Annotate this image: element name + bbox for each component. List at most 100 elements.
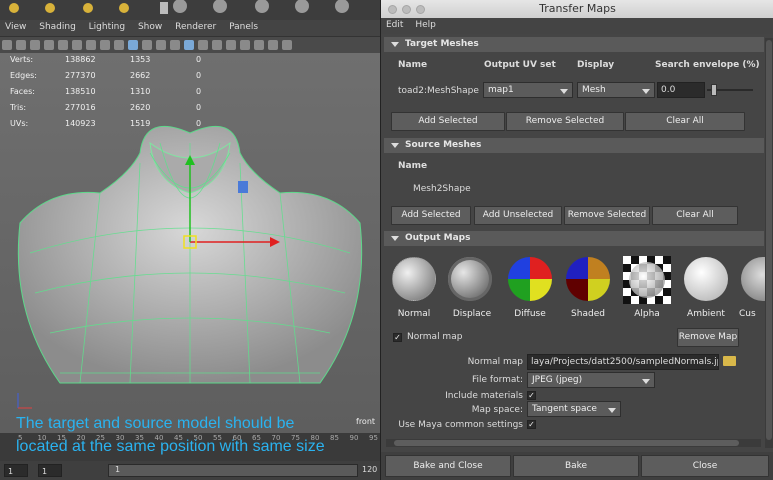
ambient-occlusion-icon[interactable]: [212, 40, 222, 50]
camera-icon[interactable]: [2, 40, 12, 50]
viewport-iconbar: [0, 37, 380, 53]
map-space-dropdown[interactable]: Tangent space: [527, 401, 621, 417]
normal-map-path-field[interactable]: laya/Projects/datt2500/sampledNormals.jp…: [527, 354, 719, 370]
hud-value: 1353: [130, 55, 151, 64]
menu-panels[interactable]: Panels: [229, 22, 258, 32]
menu-renderer[interactable]: Renderer: [175, 22, 216, 32]
maya-viewport[interactable]: View Shading Lighting Show Renderer Pane…: [0, 0, 380, 480]
antialias-icon[interactable]: [268, 40, 278, 50]
source-add-selected-button[interactable]: Add Selected: [391, 206, 471, 225]
section-source-meshes[interactable]: Source Meshes: [384, 138, 764, 153]
search-envelope-slider[interactable]: [707, 84, 753, 96]
close-window-icon[interactable]: [388, 5, 397, 14]
col-name-header: Name: [398, 60, 428, 70]
menu-edit[interactable]: Edit: [386, 20, 403, 30]
bake-button[interactable]: Bake: [513, 455, 639, 477]
alpha-map-icon[interactable]: [623, 256, 671, 304]
collapse-triangle-icon: [391, 236, 399, 241]
slider-handle[interactable]: [711, 84, 717, 96]
scrollbar-thumb[interactable]: [394, 440, 739, 446]
remove-map-button[interactable]: Remove Map: [677, 328, 739, 347]
top-toolbar-strip: [0, 0, 380, 20]
file-format-label: File format:: [472, 375, 523, 385]
close-button[interactable]: Close: [641, 455, 769, 477]
menu-lighting[interactable]: Lighting: [89, 22, 125, 32]
include-materials-checkbox[interactable]: ✓: [527, 391, 536, 400]
bake-and-close-button[interactable]: Bake and Close: [385, 455, 511, 477]
horizontal-scrollbar[interactable]: [386, 439, 761, 447]
hud-value: 0: [196, 119, 202, 128]
target-add-selected-button[interactable]: Add Selected: [391, 112, 505, 131]
hud-value: 0: [196, 87, 202, 96]
wireframe-on-shaded-icon[interactable]: [156, 40, 166, 50]
map-label-diffuse: Diffuse: [514, 309, 546, 319]
scrollbar-thumb[interactable]: [766, 40, 772, 440]
hud-row: Tris: 277016 2620 0: [10, 103, 210, 117]
film-gate-icon[interactable]: [58, 40, 68, 50]
grid-icon[interactable]: [44, 40, 54, 50]
lights-icon[interactable]: [184, 40, 194, 50]
resolution-gate-icon[interactable]: [72, 40, 82, 50]
motion-blur-icon[interactable]: [254, 40, 264, 50]
uv-set-dropdown[interactable]: map1: [483, 82, 573, 98]
hud-value: 1310: [130, 87, 151, 96]
shadows-icon[interactable]: [198, 40, 208, 50]
bookmark-icon[interactable]: [16, 40, 26, 50]
range-bar[interactable]: 1: [108, 464, 358, 477]
gate-mask-icon[interactable]: [86, 40, 96, 50]
section-output-maps[interactable]: Output Maps: [384, 231, 764, 246]
zoom-window-icon[interactable]: [416, 5, 425, 14]
source-add-unselected-button[interactable]: Add Unselected: [474, 206, 562, 225]
target-remove-selected-button[interactable]: Remove Selected: [506, 112, 624, 131]
xray-icon[interactable]: [226, 40, 236, 50]
menu-help[interactable]: Help: [415, 20, 436, 30]
col-uv-header: Output UV set: [484, 60, 556, 70]
image-plane-icon[interactable]: [30, 40, 40, 50]
source-clear-all-button[interactable]: Clear All: [652, 206, 738, 225]
normal-map-checkbox[interactable]: ✓: [393, 333, 402, 342]
search-envelope-field[interactable]: 0.0: [657, 82, 705, 98]
field-chart-icon[interactable]: [100, 40, 110, 50]
shaded-map-icon[interactable]: [566, 257, 610, 301]
dialog-titlebar[interactable]: Transfer Maps: [381, 0, 773, 18]
alpha-sphere: [629, 262, 665, 298]
source-remove-selected-button[interactable]: Remove Selected: [564, 206, 650, 225]
folder-icon[interactable]: [723, 356, 736, 366]
target-clear-all-button[interactable]: Clear All: [625, 112, 745, 131]
col-display-header: Display: [577, 60, 615, 70]
hud-label: Edges:: [10, 71, 37, 80]
menu-show[interactable]: Show: [138, 22, 162, 32]
hud-row: Verts: 138862 1353 0: [10, 55, 210, 69]
hud-value: 138862: [65, 55, 96, 64]
hud-value: 277370: [65, 71, 96, 80]
ambient-map-icon[interactable]: [684, 257, 728, 301]
smooth-shade-icon[interactable]: [142, 40, 152, 50]
current-frame-field[interactable]: 1: [38, 464, 62, 477]
display-value: Mesh: [582, 85, 606, 95]
map-label-displace: Displace: [452, 309, 492, 319]
col-search-header: Search envelope (%): [655, 60, 760, 70]
wireframe-icon[interactable]: [128, 40, 138, 50]
safe-area-icon[interactable]: [114, 40, 124, 50]
caption-line-1: The target and source model should be: [16, 415, 295, 432]
hud-value: 1519: [130, 119, 151, 128]
menu-shading[interactable]: Shading: [39, 22, 76, 32]
file-format-dropdown[interactable]: JPEG (jpeg): [527, 372, 655, 388]
normal-map-icon[interactable]: [392, 257, 436, 301]
range-slider[interactable]: 1 1 1 120: [0, 461, 380, 480]
depth-of-field-icon[interactable]: [282, 40, 292, 50]
display-dropdown[interactable]: Mesh: [577, 82, 655, 98]
minimize-window-icon[interactable]: [402, 5, 411, 14]
isolate-icon[interactable]: [240, 40, 250, 50]
vertical-scrollbar[interactable]: [765, 38, 773, 448]
menu-view[interactable]: View: [5, 22, 26, 32]
range-start-field[interactable]: 1: [4, 464, 28, 477]
hud-value: 2620: [130, 103, 151, 112]
dialog-menubar: Edit Help: [381, 18, 773, 34]
uv-set-value: map1: [488, 85, 514, 95]
section-target-meshes[interactable]: Target Meshes: [384, 37, 764, 52]
use-common-settings-checkbox[interactable]: ✓: [527, 420, 536, 429]
diffuse-map-icon[interactable]: [508, 257, 552, 301]
displace-map-icon[interactable]: [448, 257, 492, 301]
textured-icon[interactable]: [170, 40, 180, 50]
